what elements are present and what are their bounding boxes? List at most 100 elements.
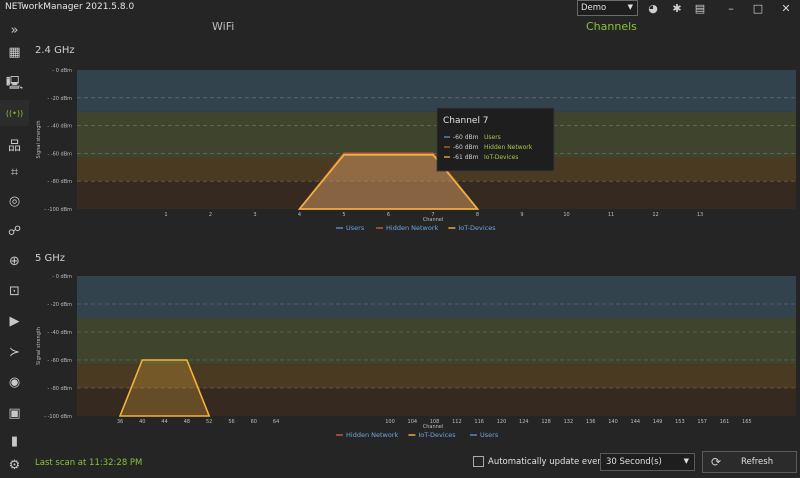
chart-panel-5ghz: 5 GHz - 0 dBm - -20 dBm - -40 dBm - -60 dBm… — [29, 248, 800, 448]
y-tick-label: - -20 dBm — [47, 302, 72, 308]
wifi-icon-glyph: ((•)) — [5, 108, 24, 118]
info-icon-glyph: ▣ — [8, 405, 21, 421]
y-tick-label: - -60 dBm — [47, 151, 72, 157]
refresh-icon: ⟳ — [711, 455, 722, 469]
settings-icon-glyph: ⚙ — [8, 457, 21, 473]
profile-select[interactable]: Demo ▼ — [577, 0, 638, 16]
dashboard-icon-glyph: ▦ — [8, 44, 21, 60]
ping-icon-glyph: ◎ — [8, 193, 21, 209]
tab-channels[interactable]: Channels — [586, 20, 637, 33]
x-tick-label: 161 — [720, 419, 730, 425]
x-tick-label: 3 — [253, 212, 256, 218]
y-tick-label: - -100 dBm — [44, 207, 72, 213]
x-tick-label: 4 — [298, 212, 301, 218]
refresh-button-label: Refresh — [741, 457, 774, 467]
x-tick-label: 8 — [476, 212, 479, 218]
ip-scanner-icon-glyph: 品 — [7, 138, 21, 154]
section-title-24ghz: 2.4 GHz — [35, 45, 75, 56]
x-tick-label: 128 — [541, 419, 551, 425]
port-scanner-icon-glyph: ⌗ — [10, 164, 19, 180]
network-interface-icon[interactable]: 🖳 — [0, 72, 29, 98]
github-icon[interactable]: ◕ — [646, 1, 660, 15]
x-tick-label: 40 — [139, 419, 145, 425]
info-icon[interactable]: ▣ — [0, 400, 29, 426]
chart-24ghz: - 0 dBm - -20 dBm - -40 dBm - -60 dBm - -80 … — [36, 68, 796, 232]
ping-icon[interactable]: ◎ — [0, 188, 29, 214]
x-tick-label: 52 — [206, 419, 212, 425]
signal-band — [77, 70, 796, 112]
dashboard-icon[interactable]: ▦ — [0, 39, 29, 65]
x-tick-label: 60 — [251, 419, 257, 425]
y-tick-label: - 0 dBm — [52, 68, 72, 74]
status-bar: Last scan at 11:32:28 PM Automatically u… — [29, 449, 800, 477]
ip-scanner-icon[interactable]: 品 — [0, 131, 29, 157]
eye-icon[interactable]: ◉ — [0, 369, 29, 395]
x-tick-label: 1 — [164, 212, 167, 218]
chart-5ghz: - 0 dBm - -20 dBm - -40 dBm - -60 dBm - -80 … — [36, 274, 796, 439]
x-tick-label: 124 — [519, 419, 529, 425]
x-tick-label: 6 — [387, 212, 390, 218]
y-tick-label: - -20 dBm — [47, 96, 72, 102]
interval-select[interactable]: 30 Second(s) ▼ — [600, 453, 695, 471]
terminal-icon-glyph: ≻ — [9, 344, 20, 360]
settings-icon[interactable]: ⚙ — [0, 452, 29, 478]
y-tick-label: - -60 dBm — [47, 358, 72, 364]
x-tick-label: 36 — [117, 419, 123, 425]
x-tick-label: 12 — [652, 212, 658, 218]
auto-update-checkbox[interactable] — [473, 456, 484, 467]
x-tick-label: 120 — [497, 419, 507, 425]
interval-select-value: 30 Second(s) — [606, 457, 662, 467]
tooltip-value: -60 dBm — [453, 144, 479, 151]
powershell-icon[interactable]: ▶ — [0, 308, 29, 334]
minimize-icon[interactable]: – — [719, 0, 743, 16]
dns-lookup-icon-glyph: ⊕ — [9, 253, 20, 269]
legend-item: Users — [480, 431, 499, 439]
x-tick-label: 112 — [452, 419, 462, 425]
dns-lookup-icon[interactable]: ⊕ — [0, 248, 29, 274]
tooltip-series-name: IoT-Devices — [484, 154, 518, 161]
x-tick-label: 9 — [520, 212, 523, 218]
y-tick-label: - 0 dBm — [52, 274, 72, 280]
x-tick-label: 140 — [608, 419, 618, 425]
y-axis-label: Signal strength — [36, 120, 42, 158]
app-title: NETworkManager 2021.5.8.0 — [5, 2, 135, 12]
traceroute-icon[interactable]: ☍ — [0, 218, 29, 244]
remote-desktop-icon-glyph: ⊡ — [9, 283, 20, 299]
legend-item: Hidden Network — [386, 224, 439, 232]
signal-band — [77, 276, 796, 318]
maximize-icon[interactable]: □ — [746, 0, 770, 16]
x-tick-label: 48 — [184, 419, 190, 425]
wifi-icon[interactable]: ((•)) — [0, 100, 29, 126]
tab-wifi[interactable]: WiFi — [212, 20, 234, 33]
signal-band — [77, 318, 796, 365]
y-tick-label: - -100 dBm — [44, 414, 72, 420]
auto-update-label: Automatically update every — [488, 457, 606, 467]
close-icon[interactable]: ✕ — [774, 0, 798, 16]
y-tick-label: - -40 dBm — [47, 124, 72, 130]
terminal-icon[interactable]: ≻ — [0, 339, 29, 365]
x-tick-label: 165 — [742, 419, 752, 425]
x-tick-label: 10 — [563, 212, 569, 218]
legend-item: IoT-Devices — [418, 431, 456, 439]
x-tick-label: 153 — [675, 419, 685, 425]
tooltip-series-name: Users — [484, 134, 501, 141]
x-tick-label: 157 — [697, 419, 707, 425]
bug-icon[interactable]: ✱ — [670, 1, 684, 15]
tooltip-title: Channel 7 — [443, 116, 489, 126]
traceroute-icon-glyph: ☍ — [7, 223, 22, 239]
x-axis-label: Channel — [423, 217, 444, 223]
x-tick-label: 56 — [228, 419, 234, 425]
y-tick-label: - -80 dBm — [47, 179, 72, 185]
server-icon[interactable]: ▮ — [0, 428, 29, 454]
y-axis-label: Signal strength — [36, 327, 42, 365]
x-tick-label: 2 — [209, 212, 212, 218]
section-title-5ghz: 5 GHz — [35, 253, 66, 264]
tooltip-value: -60 dBm — [453, 134, 479, 141]
clipboard-icon[interactable]: ▤ — [693, 1, 707, 15]
y-tick-label: - -80 dBm — [47, 386, 72, 392]
remote-desktop-icon[interactable]: ⊡ — [0, 278, 29, 304]
refresh-button[interactable]: ⟳ Refresh — [702, 451, 797, 473]
network-interface-icon-glyph: 🖳 — [5, 76, 24, 91]
port-scanner-icon[interactable]: ⌗ — [0, 159, 29, 185]
x-tick-label: 136 — [586, 419, 596, 425]
